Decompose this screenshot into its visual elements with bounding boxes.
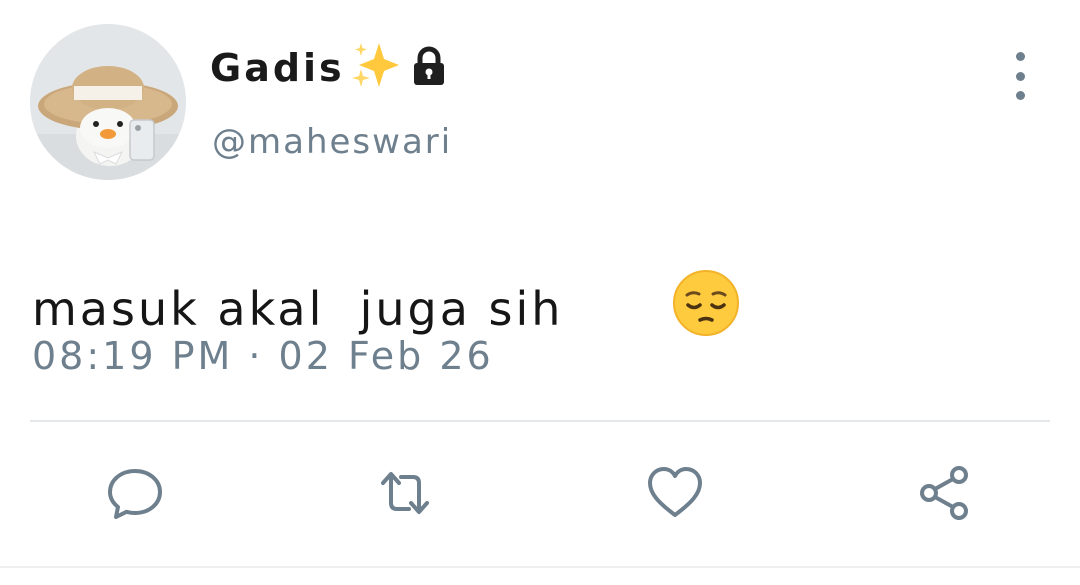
heart-icon bbox=[648, 467, 702, 517]
tweet-text: masuk akal juga sih bbox=[32, 281, 564, 336]
comment-icon bbox=[108, 469, 162, 519]
tweet-card: Gadis @maheswari masuk akal juga sih 08:… bbox=[0, 0, 1080, 585]
user-handle[interactable]: @maheswari bbox=[212, 122, 452, 162]
avatar-image bbox=[30, 24, 186, 180]
share-button[interactable] bbox=[910, 458, 980, 528]
pensive-face-icon bbox=[565, 214, 741, 403]
name-row: Gadis bbox=[210, 38, 451, 98]
action-bar bbox=[0, 458, 1080, 528]
more-dot-icon bbox=[1015, 71, 1025, 81]
bottom-divider bbox=[0, 566, 1080, 568]
more-dot-icon bbox=[1015, 52, 1025, 61]
lock-icon bbox=[407, 44, 451, 92]
more-dot-icon bbox=[1015, 91, 1025, 100]
retweet-button[interactable] bbox=[370, 458, 440, 528]
more-options-button[interactable] bbox=[1004, 52, 1036, 100]
like-button[interactable] bbox=[640, 458, 710, 528]
sparkles-icon bbox=[349, 39, 403, 97]
display-name[interactable]: Gadis bbox=[210, 46, 345, 90]
divider bbox=[30, 420, 1050, 422]
reply-button[interactable] bbox=[100, 458, 170, 528]
avatar[interactable] bbox=[30, 24, 186, 180]
share-icon bbox=[920, 466, 968, 520]
retweet-icon bbox=[381, 472, 429, 514]
tweet-timestamp[interactable]: 08:19 PM · 02 Feb 26 bbox=[32, 334, 494, 378]
